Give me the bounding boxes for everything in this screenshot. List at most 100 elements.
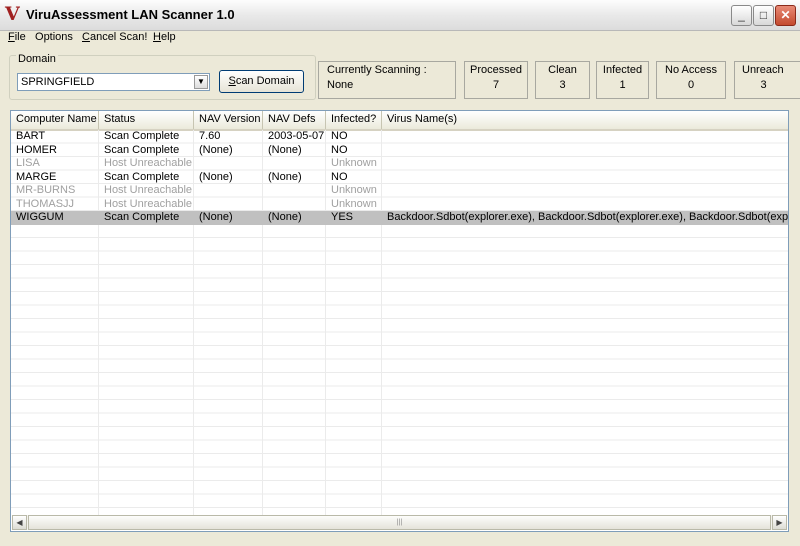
minimize-button[interactable]: _ xyxy=(731,5,752,26)
cell-computer-name: LISA xyxy=(16,157,40,169)
table-row[interactable]: WIGGUM Scan Complete (None) (None) YES Backdo… xyxy=(11,211,789,225)
cell-virus-names xyxy=(382,198,788,212)
cell-infected: NO xyxy=(331,170,348,183)
app-logo-icon: V xyxy=(5,3,20,25)
title-bar[interactable]: V ViruAssessment LAN Scanner 1.0 _ □ ✕ xyxy=(0,0,800,31)
currently-scanning-panel: Currently Scanning : None xyxy=(318,61,456,99)
cell-status: Scan Complete xyxy=(104,170,180,183)
table-row[interactable]: BART Scan Complete 7.60 2003-05-07 NO xyxy=(11,130,788,144)
scrollbar-thumb[interactable]: ||| xyxy=(28,515,771,530)
cell-status: Host Unreachable xyxy=(104,157,193,169)
table-row[interactable]: HOMER Scan Complete (None) (None) NO xyxy=(11,143,788,158)
no-access-value: 0 xyxy=(687,79,695,91)
horizontal-scrollbar[interactable]: ◀ ||| ▶ xyxy=(12,515,787,530)
cell-infected: Unknown xyxy=(331,197,377,210)
processed-value: 7 xyxy=(492,79,500,91)
domain-value: SPRINGFIELD xyxy=(21,76,95,88)
cell-status: Host Unreachable xyxy=(104,184,193,196)
column-header-nav-version[interactable]: NAV Version xyxy=(194,111,263,129)
close-icon: ✕ xyxy=(780,8,791,22)
cell-nav-version: (None) xyxy=(199,211,233,223)
cell-nav-version: 7.60 xyxy=(199,130,221,142)
cell-infected: YES xyxy=(331,211,354,223)
cell-nav-version: (None) xyxy=(199,170,233,183)
cell-computer-name: MARGE xyxy=(16,170,57,183)
cell-computer-name: THOMASJJ xyxy=(16,197,75,210)
cell-nav-defs: (None) xyxy=(268,211,302,223)
domain-combobox[interactable]: SPRINGFIELD ▼ xyxy=(17,73,210,91)
column-header-virus-names[interactable]: Virus Name(s) xyxy=(382,111,788,129)
column-header-computer-name[interactable]: Computer Name xyxy=(11,111,99,129)
scroll-right-button[interactable]: ▶ xyxy=(772,515,787,530)
scan-domain-button[interactable]: Scan Domain xyxy=(219,70,304,93)
cell-computer-name: WIGGUM xyxy=(16,211,64,223)
cell-virus-names xyxy=(382,171,788,185)
cell-virus-names xyxy=(382,184,788,198)
cell-nav-version xyxy=(194,198,263,212)
cell-nav-defs xyxy=(263,198,326,212)
clean-label: Clean xyxy=(548,64,577,76)
grip-icon: ||| xyxy=(396,519,403,526)
table-row[interactable]: MR-BURNS Host Unreachable Unknown xyxy=(11,184,788,198)
domain-dropdown-button[interactable]: ▼ xyxy=(194,75,208,89)
cell-nav-defs xyxy=(263,184,326,198)
no-access-label: No Access xyxy=(665,64,717,76)
list-body: BART Scan Complete 7.60 2003-05-07 NO HOMER Sc… xyxy=(11,130,789,518)
cell-nav-defs: (None) xyxy=(268,143,302,156)
unreachable-value: 3 xyxy=(760,79,767,91)
cell-nav-defs: (None) xyxy=(268,170,302,183)
results-list[interactable]: Computer Name Status NAV Version NAV Def… xyxy=(10,110,789,532)
infected-panel: Infected 1 xyxy=(596,61,649,99)
cell-nav-version: (None) xyxy=(199,143,233,156)
menu-cancel-scan[interactable]: Cancel Scan! xyxy=(82,31,147,43)
cell-computer-name: HOMER xyxy=(16,143,57,156)
minimize-icon: _ xyxy=(738,8,745,22)
cell-status: Scan Complete xyxy=(104,211,180,223)
cell-status: Scan Complete xyxy=(104,143,180,156)
cell-virus-names xyxy=(382,157,788,171)
clean-value: 3 xyxy=(559,79,566,91)
chevron-down-icon: ▼ xyxy=(197,77,205,86)
cell-nav-version xyxy=(194,157,263,171)
table-row[interactable]: MARGE Scan Complete (None) (None) NO xyxy=(11,170,788,185)
menu-options[interactable]: Options xyxy=(35,31,73,43)
maximize-button[interactable]: □ xyxy=(753,5,774,26)
cell-virus-names: Backdoor.Sdbot(explorer.exe), Backdoor.S… xyxy=(387,211,789,223)
cell-virus-names xyxy=(382,144,788,158)
clean-panel: Clean 3 xyxy=(535,61,590,99)
table-row[interactable]: LISA Host Unreachable Unknown xyxy=(11,157,788,171)
column-header-nav-defs[interactable]: NAV Defs xyxy=(263,111,326,129)
cell-computer-name: MR-BURNS xyxy=(16,184,76,196)
cell-infected: NO xyxy=(331,143,348,156)
processed-panel: Processed 7 xyxy=(464,61,528,99)
cell-status: Host Unreachable xyxy=(104,197,193,210)
cell-status: Scan Complete xyxy=(104,130,180,142)
table-row[interactable]: THOMASJJ Host Unreachable Unknown xyxy=(11,197,788,212)
cell-nav-defs xyxy=(263,157,326,171)
scroll-left-button[interactable]: ◀ xyxy=(12,515,27,530)
menu-bar: File Options Cancel Scan! Help xyxy=(0,30,800,45)
unreachable-label: Unreach xyxy=(742,64,784,76)
arrow-left-icon: ◀ xyxy=(16,518,23,527)
window-title: ViruAssessment LAN Scanner 1.0 xyxy=(26,7,235,22)
domain-group-label: Domain xyxy=(16,53,58,65)
column-header-infected[interactable]: Infected? xyxy=(326,111,382,129)
menu-file[interactable]: File xyxy=(8,31,26,43)
list-header: Computer Name Status NAV Version NAV Def… xyxy=(11,111,788,131)
infected-value: 1 xyxy=(619,79,626,91)
menu-help[interactable]: Help xyxy=(153,31,176,43)
cell-virus-names xyxy=(382,130,788,144)
cell-computer-name: BART xyxy=(16,130,46,142)
unreachable-panel: Unreach 3 xyxy=(734,61,800,99)
cell-infected: NO xyxy=(331,130,348,142)
cell-nav-defs: 2003-05-07 xyxy=(268,130,325,142)
column-header-status[interactable]: Status xyxy=(99,111,194,129)
cell-infected: Unknown xyxy=(331,157,377,169)
close-button[interactable]: ✕ xyxy=(775,5,796,26)
maximize-icon: □ xyxy=(759,8,768,22)
app-window: V ViruAssessment LAN Scanner 1.0 _ □ ✕ F… xyxy=(0,0,800,546)
currently-scanning-value: None xyxy=(327,79,354,91)
cell-nav-version xyxy=(194,184,263,198)
infected-label: Infected xyxy=(602,64,643,76)
currently-scanning-label: Currently Scanning : xyxy=(327,64,427,76)
